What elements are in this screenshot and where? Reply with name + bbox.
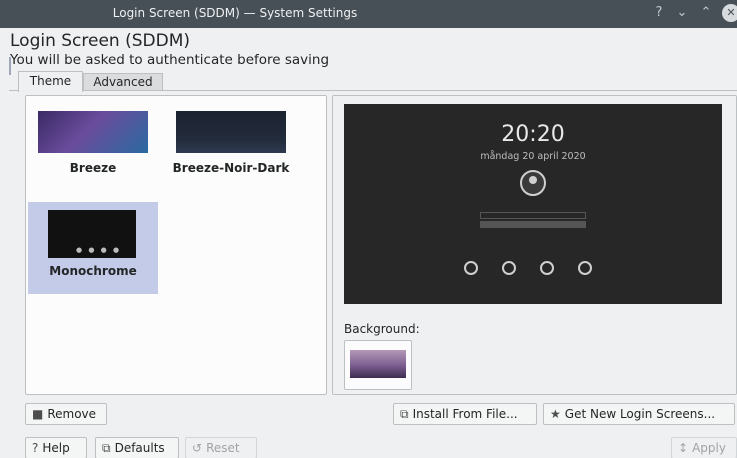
- star-icon: ★: [550, 407, 561, 421]
- suspend-icon: [464, 261, 478, 275]
- page-title: Login Screen (SDDM): [10, 31, 191, 51]
- title-bar: Login Screen (SDDM) — System Settings ? …: [0, 0, 737, 28]
- restart-icon: [502, 261, 516, 275]
- shutdown-icon: [540, 261, 554, 275]
- preview-password-field: [480, 212, 586, 219]
- undo-icon: ↺: [192, 441, 203, 455]
- theme-thumbnail: ● ● ● ●: [48, 210, 136, 258]
- user-avatar-icon: [520, 170, 546, 196]
- theme-item-breeze-noir-dark[interactable]: Breeze-Noir-Dark: [166, 101, 296, 193]
- trash-icon: ■: [32, 407, 44, 421]
- background-selector[interactable]: [344, 340, 412, 390]
- page-header: Login Screen (SDDM) You will be asked to…: [10, 31, 329, 69]
- defaults-button[interactable]: ⧉ Defaults: [95, 437, 179, 458]
- theme-thumbnail: [176, 111, 286, 153]
- theme-list[interactable]: Breeze Breeze-Noir-Dark ● ● ● ● Monochro…: [25, 95, 327, 395]
- help-button[interactable]: ? Help: [25, 437, 87, 458]
- theme-label: Breeze-Noir-Dark: [172, 161, 290, 175]
- preview-panel: 20:20 måndag 20 april 2020 Background:: [332, 95, 737, 395]
- reset-button[interactable]: ↺ Reset: [185, 437, 257, 458]
- help-window-button[interactable]: ?: [650, 4, 668, 22]
- password-dots-icon: ● ● ● ●: [76, 246, 122, 254]
- tab-theme[interactable]: Theme: [18, 71, 83, 92]
- apply-label: Apply: [692, 441, 726, 455]
- close-button[interactable]: ✕: [722, 4, 737, 22]
- background-label: Background:: [344, 322, 420, 336]
- install-label: Install From File...: [412, 407, 518, 421]
- maximize-button[interactable]: ⌃: [697, 4, 715, 22]
- switch-user-icon: [578, 261, 592, 275]
- tab-advanced[interactable]: Advanced: [83, 73, 163, 91]
- preview-login-button: [480, 221, 586, 228]
- theme-item-monochrome[interactable]: ● ● ● ● Monochrome: [28, 202, 158, 294]
- help-icon: ?: [32, 441, 39, 455]
- install-icon: ⧉: [400, 407, 409, 421]
- sidebar-edge: [9, 57, 11, 75]
- install-from-file-button[interactable]: ⧉ Install From File...: [393, 403, 537, 425]
- remove-label: Remove: [47, 407, 97, 421]
- theme-preview: 20:20 måndag 20 april 2020: [344, 104, 722, 304]
- get-new-login-screens-button[interactable]: ★ Get New Login Screens...: [543, 403, 735, 425]
- defaults-icon: ⧉: [102, 441, 111, 455]
- theme-label: Monochrome: [49, 264, 137, 278]
- theme-thumbnail: [38, 111, 148, 153]
- remove-button[interactable]: ■ Remove: [25, 403, 107, 425]
- theme-label: Breeze: [69, 161, 117, 175]
- help-label: Help: [42, 441, 70, 455]
- get-new-label: Get New Login Screens...: [564, 407, 716, 421]
- page-subtitle: You will be asked to authenticate before…: [10, 52, 330, 68]
- theme-item-breeze[interactable]: Breeze: [28, 101, 158, 193]
- preview-date: måndag 20 april 2020: [480, 151, 586, 162]
- apply-button[interactable]: ↕ Apply: [671, 437, 737, 458]
- preview-clock: 20:20: [501, 122, 565, 147]
- window-title: Login Screen (SDDM) — System Settings: [112, 6, 358, 20]
- apply-icon: ↕: [678, 441, 689, 455]
- minimize-button[interactable]: ⌄: [673, 4, 691, 22]
- background-thumbnail: [350, 350, 406, 378]
- defaults-label: Defaults: [114, 441, 165, 455]
- reset-label: Reset: [206, 441, 240, 455]
- preview-actions: [464, 261, 604, 277]
